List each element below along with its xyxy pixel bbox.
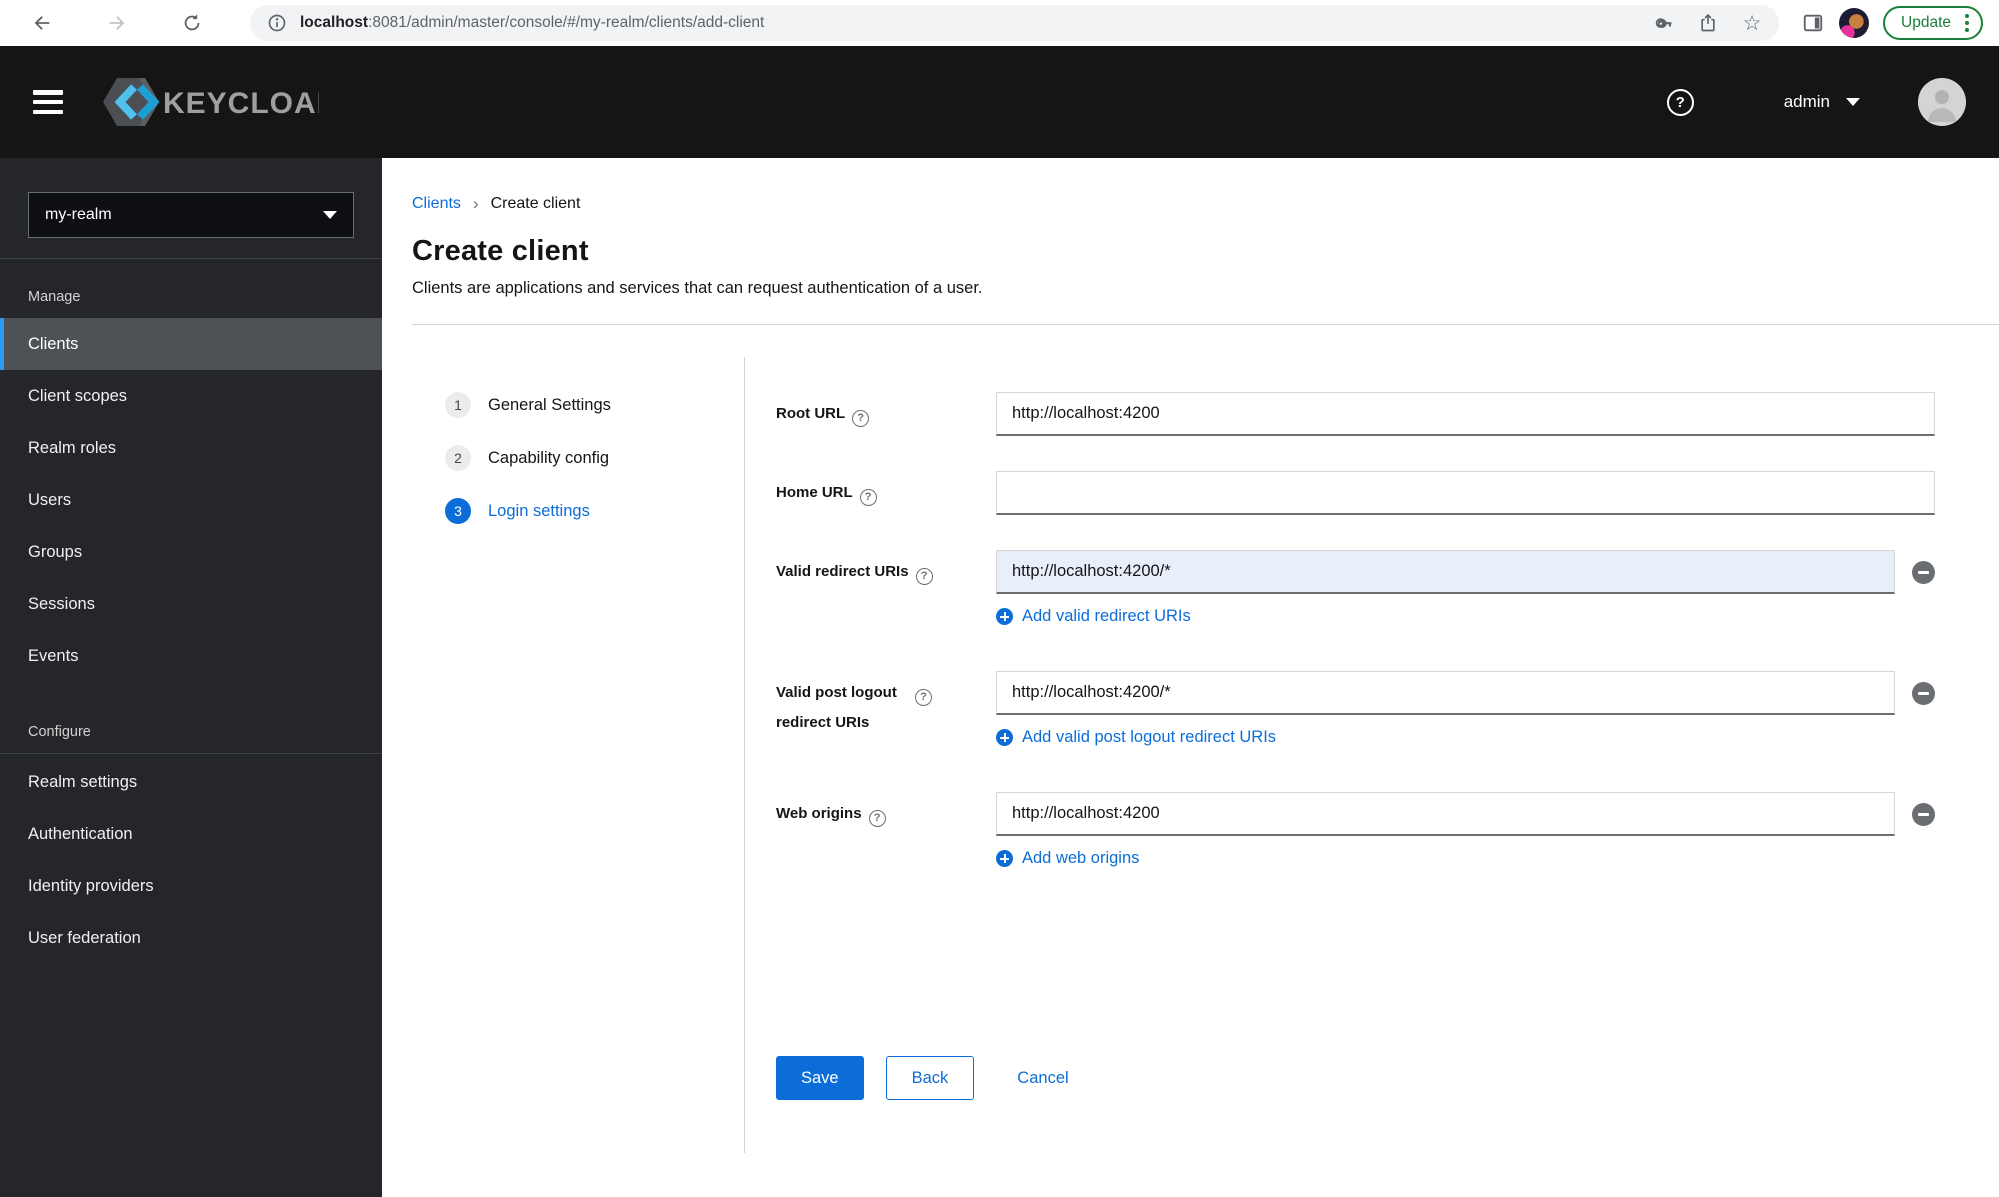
sidebar-item-client-scopes[interactable]: Client scopes [0,370,382,422]
valid-post-logout-uri-input[interactable] [996,671,1895,715]
help-icon[interactable] [915,567,933,585]
password-key-icon[interactable] [1653,12,1675,34]
sidebar-item-authentication[interactable]: Authentication [0,808,382,860]
realm-selector[interactable]: my-realm [28,192,354,238]
sidebar-item-events[interactable]: Events [0,630,382,682]
nav-section-configure: Configure [28,724,91,740]
browser-menu-icon[interactable] [1961,12,1973,34]
screen: localhost:8081/admin/master/console/#/my… [0,0,1999,1197]
valid-post-logout-row: Valid post logout redirect URIs Add vali… [776,671,1935,751]
valid-redirect-uri-input[interactable] [996,550,1895,594]
breadcrumb-clients-link[interactable]: Clients [412,195,461,213]
step-label: Capability config [488,448,610,467]
nav-section-manage: Manage [28,289,81,305]
browser-toolbar: localhost:8081/admin/master/console/#/my… [0,0,1999,46]
user-avatar[interactable] [1918,78,1966,126]
sidebar-item-groups[interactable]: Groups [0,526,382,578]
home-url-input[interactable] [996,471,1935,515]
sidebar-item-users[interactable]: Users [0,474,382,526]
login-settings-form: Root URL Home URL [745,325,1999,1185]
root-url-row: Root URL [776,392,1935,436]
valid-redirect-uris-label: Valid redirect URIs [776,550,996,585]
sidebar-item-realm-settings[interactable]: Realm settings [0,756,382,808]
plus-icon [996,850,1013,867]
valid-redirect-uris-row: Valid redirect URIs Add valid redirect U… [776,550,1935,630]
help-icon[interactable] [859,488,877,506]
chrome-update-button[interactable]: Update [1883,6,1983,40]
side-panel-icon[interactable] [1801,11,1825,35]
form-actions: Save Back Cancel [776,1056,1935,1100]
web-origins-row: Web origins Add web origins [776,792,1935,872]
wizard-step-general-settings[interactable]: 1 General Settings [445,392,744,418]
sidebar: my-realm Manage Clients Client scopes Re… [0,158,382,1197]
sidebar-item-sessions[interactable]: Sessions [0,578,382,630]
back-button[interactable]: Back [885,1056,975,1100]
chevron-down-icon [1846,98,1860,106]
root-url-label: Root URL [776,392,996,427]
step-label: Login settings [488,501,590,520]
browser-profile-avatar[interactable] [1839,8,1870,38]
sidebar-item-identity-providers[interactable]: Identity providers [0,860,382,912]
url-path: :8081/admin/master/console/#/my-realm/cl… [368,14,765,31]
step-number: 3 [445,498,471,524]
browser-forward-icon[interactable] [105,11,129,35]
add-post-logout-uris-link[interactable]: Add valid post logout redirect URIs [996,728,1276,747]
realm-name: my-realm [45,206,112,223]
user-menu[interactable]: admin [1784,92,1860,112]
chevron-down-icon [323,211,337,219]
save-button[interactable]: Save [776,1056,864,1100]
share-icon[interactable] [1697,12,1719,34]
plus-icon [996,608,1013,625]
home-url-label: Home URL [776,471,996,506]
url-host: localhost [300,14,369,31]
breadcrumb-separator-icon [473,194,479,214]
home-url-row: Home URL [776,471,1935,515]
wizard-step-capability-config[interactable]: 2 Capability config [445,445,744,471]
bookmark-star-icon[interactable]: ☆ [1741,12,1763,34]
step-label: General Settings [488,395,611,414]
help-icon[interactable] [1666,88,1694,116]
keycloak-logo: KEYCLOAK [103,78,319,126]
url-text[interactable]: localhost:8081/admin/master/console/#/my… [300,14,1631,32]
help-icon[interactable] [915,688,932,706]
cancel-button[interactable]: Cancel [1017,1056,1068,1100]
update-label: Update [1901,14,1951,31]
step-number: 2 [445,445,471,471]
valid-post-logout-label: Valid post logout redirect URIs [776,671,996,738]
browser-reload-icon[interactable] [180,11,204,35]
page-title: Create client [412,235,589,267]
web-origins-label: Web origins [776,792,996,827]
breadcrumb: Clients Create client [412,194,1999,214]
sidebar-divider [0,753,382,754]
main-content: Clients Create client Create client Clie… [382,158,1999,1197]
breadcrumb-current: Create client [490,195,581,212]
plus-icon [996,729,1013,746]
help-icon[interactable] [852,409,870,427]
wizard-step-login-settings[interactable]: 3 Login settings [445,498,744,524]
sidebar-item-user-federation[interactable]: User federation [0,912,382,964]
svg-text:KEYCLOAK: KEYCLOAK [163,87,319,120]
step-number: 1 [445,392,471,418]
nav-toggle-icon[interactable] [33,90,63,114]
browser-back-icon[interactable] [30,11,54,35]
wizard-steps: 1 General Settings 2 Capability config 3… [382,325,744,1185]
add-web-origins-link[interactable]: Add web origins [996,849,1139,868]
page-subtitle: Clients are applications and services th… [412,279,983,297]
remove-web-origin-button[interactable] [1912,802,1935,826]
sidebar-item-clients[interactable]: Clients [0,318,382,370]
masthead: KEYCLOAK admin [0,46,1999,158]
web-origins-input[interactable] [996,792,1895,836]
help-icon[interactable] [868,809,886,827]
remove-post-logout-uri-button[interactable] [1912,681,1935,705]
address-bar[interactable]: localhost:8081/admin/master/console/#/my… [250,5,1780,41]
root-url-input[interactable] [996,392,1935,436]
site-info-icon[interactable] [266,12,288,34]
username: admin [1783,92,1830,111]
remove-redirect-uri-button[interactable] [1912,560,1935,584]
sidebar-item-realm-roles[interactable]: Realm roles [0,422,382,474]
add-valid-redirect-uris-link[interactable]: Add valid redirect URIs [996,607,1191,626]
